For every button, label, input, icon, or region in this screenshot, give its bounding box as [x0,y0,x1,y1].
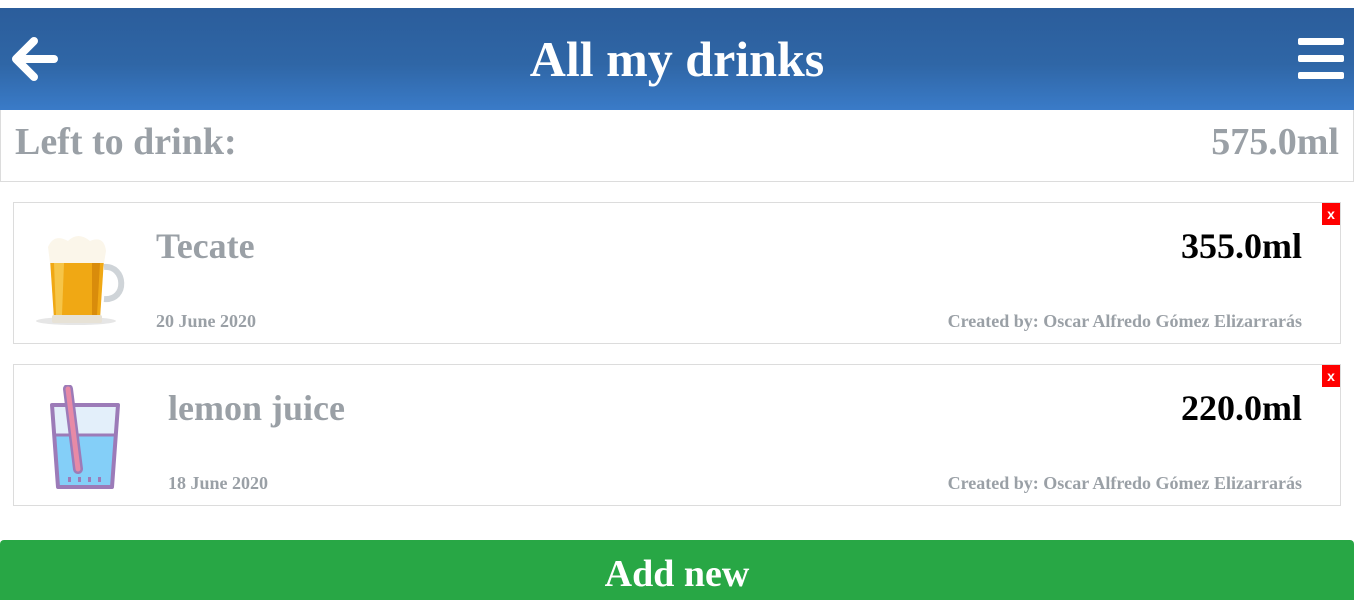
drink-card[interactable]: Tecate 355.0ml 20 June 2020 Created by: … [13,202,1341,344]
drink-date: 18 June 2020 [168,473,269,493]
drink-creator: Created by: Oscar Alfredo Gómez Elizarra… [947,311,1302,331]
drink-name: lemon juice [168,388,345,428]
app-header: All my drinks [0,8,1354,110]
remaining-value: 575.0ml [1211,121,1339,163]
drink-name: Tecate [156,226,255,266]
drink-creator: Created by: Oscar Alfredo Gómez Elizarra… [947,473,1302,493]
drink-amount: 220.0ml [1181,388,1302,428]
delete-button[interactable]: x [1322,365,1340,387]
drink-amount: 355.0ml [1181,226,1302,266]
hamburger-menu-icon [1298,38,1344,79]
drink-card[interactable]: lemon juice 220.0ml 18 June 2020 Created… [13,364,1341,506]
remaining-label: Left to drink: [15,121,237,163]
delete-button[interactable]: x [1322,203,1340,225]
add-new-button[interactable]: Add new [0,540,1354,600]
drink-date: 20 June 2020 [156,311,257,331]
juice-glass-icon [34,384,134,495]
menu-button[interactable] [1298,38,1344,80]
beer-mug-icon [34,223,134,333]
remaining-summary: Left to drink: 575.0ml [0,110,1354,182]
page-title: All my drinks [529,31,825,87]
